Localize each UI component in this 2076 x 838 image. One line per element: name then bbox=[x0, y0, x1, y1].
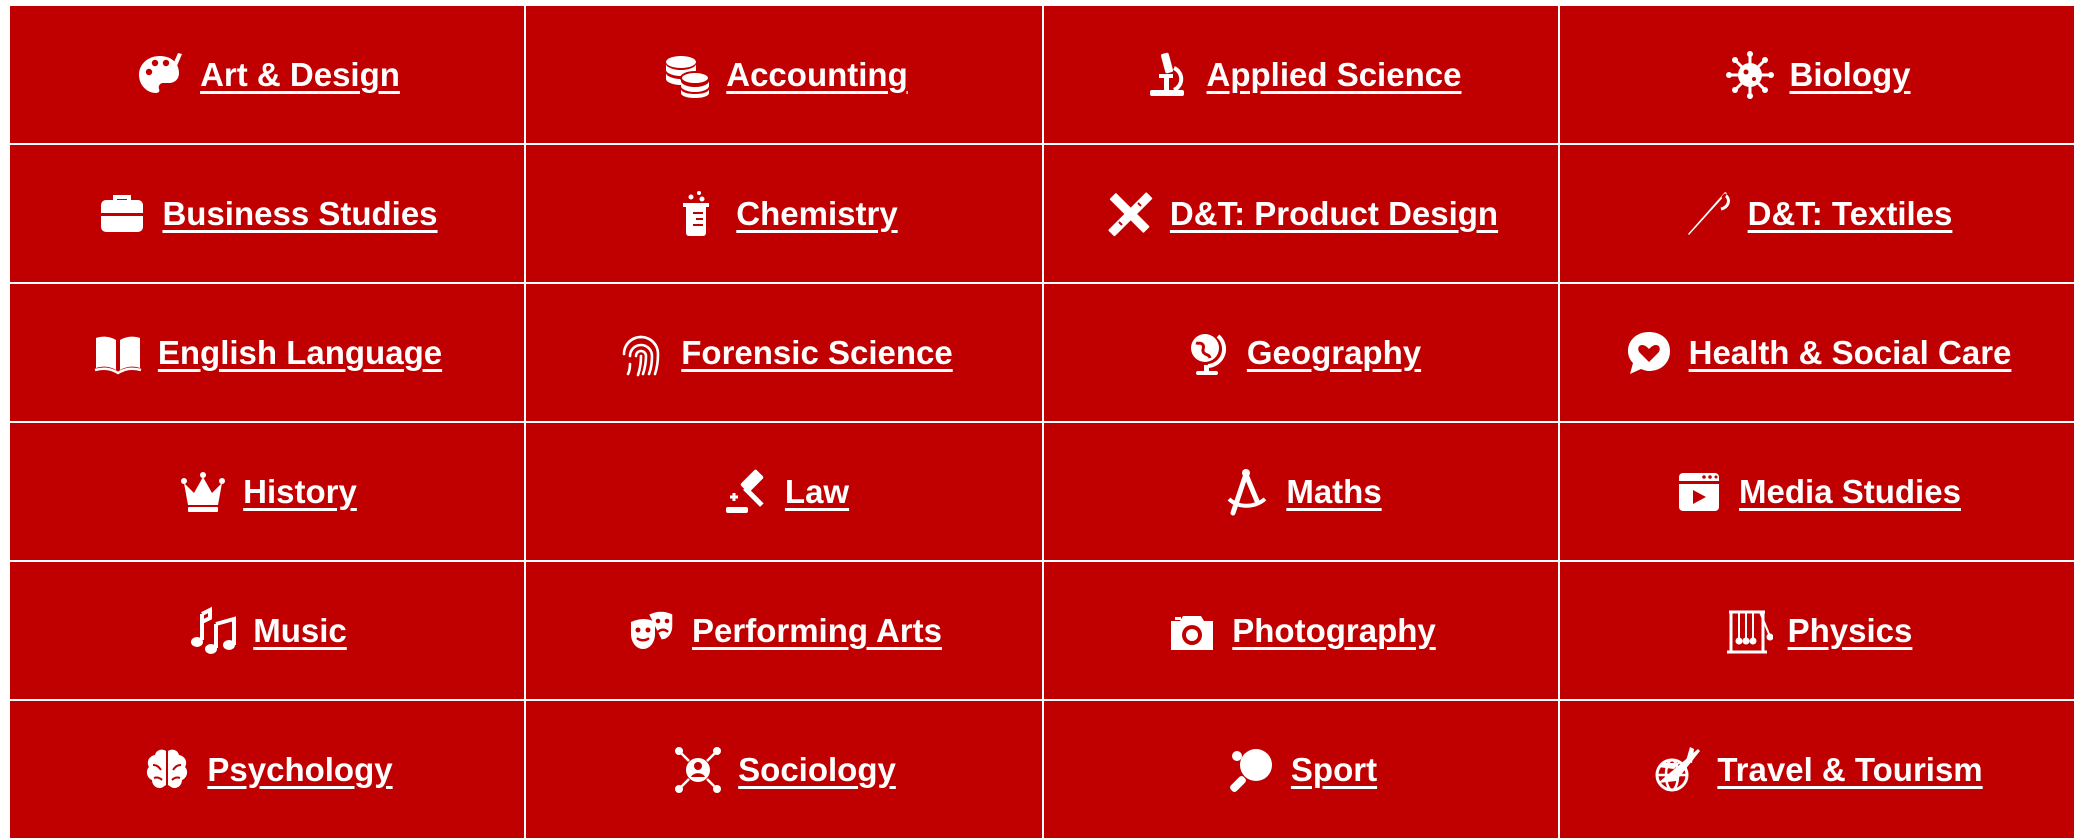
subject-cell-sociology: Sociology bbox=[526, 701, 1042, 838]
subject-link-history[interactable]: History bbox=[243, 473, 357, 511]
heart-chat-icon bbox=[1623, 327, 1675, 379]
subject-cell-photography: Photography bbox=[1044, 562, 1558, 699]
subject-link-applied-science[interactable]: Applied Science bbox=[1207, 56, 1462, 94]
briefcase-icon bbox=[96, 188, 148, 240]
subject-cell-media-studies: Media Studies bbox=[1560, 423, 2074, 560]
subject-cell-art-design: Art & Design bbox=[10, 6, 524, 143]
pencil-ruler-icon bbox=[1104, 188, 1156, 240]
subject-cell-physics: Physics bbox=[1560, 562, 2074, 699]
subject-cell-applied-science: Applied Science bbox=[1044, 6, 1558, 143]
subject-cell-textiles: D&T: Textiles bbox=[1560, 145, 2074, 282]
subject-cell-geography: Geography bbox=[1044, 284, 1558, 421]
subject-link-product-design[interactable]: D&T: Product Design bbox=[1170, 195, 1498, 233]
needle-icon bbox=[1682, 188, 1734, 240]
subject-cell-health-social-care: Health & Social Care bbox=[1560, 284, 2074, 421]
brain-icon bbox=[141, 744, 193, 796]
subject-cell-sport: Sport bbox=[1044, 701, 1558, 838]
subject-cell-travel-tourism: Travel & Tourism bbox=[1560, 701, 2074, 838]
gavel-icon bbox=[719, 466, 771, 518]
subject-link-performing-arts[interactable]: Performing Arts bbox=[692, 612, 942, 650]
palette-icon bbox=[134, 49, 186, 101]
beaker-icon bbox=[670, 188, 722, 240]
subject-cell-music: Music bbox=[10, 562, 524, 699]
subject-cell-history: History bbox=[10, 423, 524, 560]
subject-cell-product-design: D&T: Product Design bbox=[1044, 145, 1558, 282]
subject-link-textiles[interactable]: D&T: Textiles bbox=[1748, 195, 1953, 233]
subject-cell-forensic-science: Forensic Science bbox=[526, 284, 1042, 421]
subject-link-music[interactable]: Music bbox=[253, 612, 347, 650]
globe-icon bbox=[1181, 327, 1233, 379]
subject-link-maths[interactable]: Maths bbox=[1286, 473, 1381, 511]
subject-cell-english-language: English Language bbox=[10, 284, 524, 421]
subject-link-sociology[interactable]: Sociology bbox=[738, 751, 896, 789]
fingerprint-icon bbox=[615, 327, 667, 379]
virus-icon bbox=[1724, 49, 1776, 101]
network-icon bbox=[672, 744, 724, 796]
subject-link-travel-tourism[interactable]: Travel & Tourism bbox=[1717, 751, 1982, 789]
ping-pong-icon bbox=[1225, 744, 1277, 796]
subject-link-accounting[interactable]: Accounting bbox=[726, 56, 907, 94]
subject-link-psychology[interactable]: Psychology bbox=[207, 751, 392, 789]
subject-link-chemistry[interactable]: Chemistry bbox=[736, 195, 897, 233]
subject-link-media-studies[interactable]: Media Studies bbox=[1739, 473, 1961, 511]
newtons-cradle-icon bbox=[1722, 605, 1774, 657]
coins-icon bbox=[660, 49, 712, 101]
subject-link-law[interactable]: Law bbox=[785, 473, 849, 511]
subject-cell-law: Law bbox=[526, 423, 1042, 560]
subject-link-forensic-science[interactable]: Forensic Science bbox=[681, 334, 952, 372]
subjects-grid: Art & Design Accounting Applied Science … bbox=[10, 6, 2074, 838]
microscope-icon bbox=[1141, 49, 1193, 101]
crown-icon bbox=[177, 466, 229, 518]
subject-link-art-design[interactable]: Art & Design bbox=[200, 56, 400, 94]
book-icon bbox=[92, 327, 144, 379]
masks-icon bbox=[626, 605, 678, 657]
subject-cell-performing-arts: Performing Arts bbox=[526, 562, 1042, 699]
subject-cell-accounting: Accounting bbox=[526, 6, 1042, 143]
subject-cell-psychology: Psychology bbox=[10, 701, 524, 838]
subject-cell-business-studies: Business Studies bbox=[10, 145, 524, 282]
plane-globe-icon bbox=[1651, 744, 1703, 796]
subject-link-photography[interactable]: Photography bbox=[1232, 612, 1436, 650]
subject-link-biology[interactable]: Biology bbox=[1790, 56, 1911, 94]
subject-cell-maths: Maths bbox=[1044, 423, 1558, 560]
video-icon bbox=[1673, 466, 1725, 518]
subject-link-physics[interactable]: Physics bbox=[1788, 612, 1913, 650]
music-icon bbox=[187, 605, 239, 657]
subject-link-sport[interactable]: Sport bbox=[1291, 751, 1377, 789]
subject-link-health-social-care[interactable]: Health & Social Care bbox=[1689, 334, 2012, 372]
subject-link-english-language[interactable]: English Language bbox=[158, 334, 442, 372]
subject-link-geography[interactable]: Geography bbox=[1247, 334, 1421, 372]
compass-icon bbox=[1220, 466, 1272, 518]
subject-cell-biology: Biology bbox=[1560, 6, 2074, 143]
camera-icon bbox=[1166, 605, 1218, 657]
subject-link-business-studies[interactable]: Business Studies bbox=[162, 195, 437, 233]
subject-cell-chemistry: Chemistry bbox=[526, 145, 1042, 282]
